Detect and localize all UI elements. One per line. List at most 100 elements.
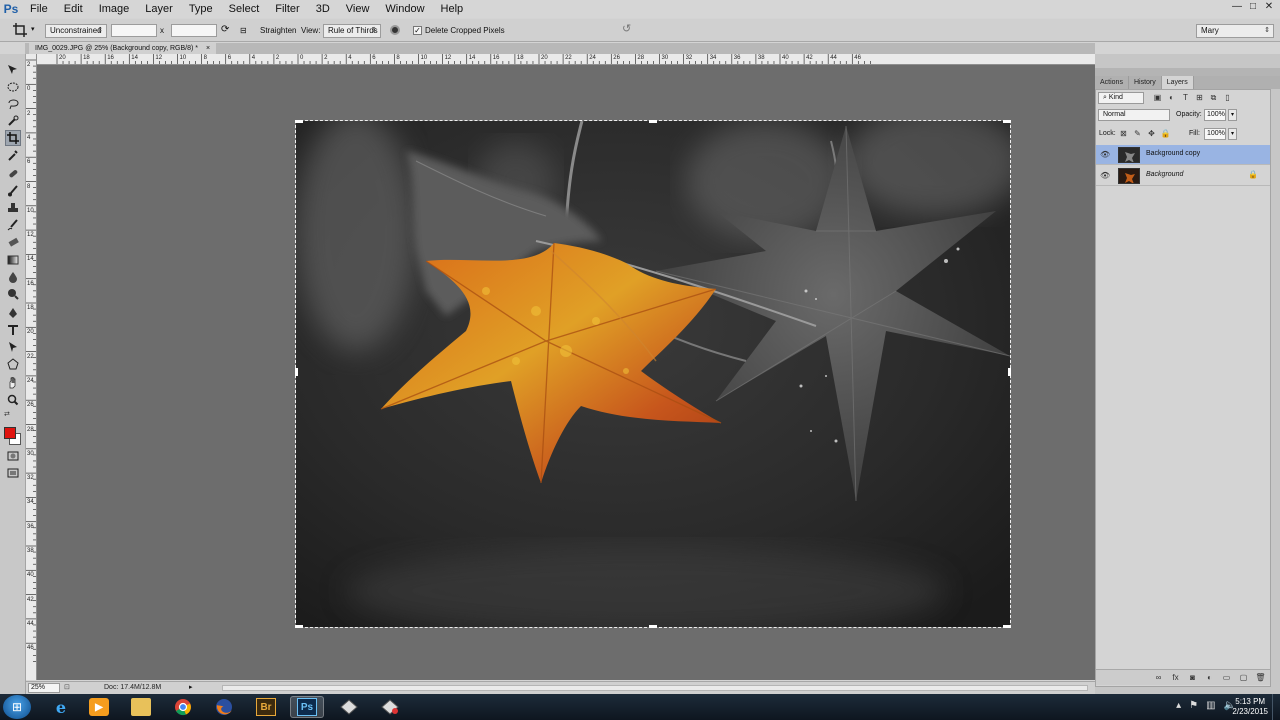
add-mask-icon[interactable]: ◙ bbox=[1187, 673, 1198, 683]
pen-tool-icon[interactable] bbox=[5, 305, 21, 321]
gradient-tool-icon[interactable] bbox=[5, 252, 21, 268]
filter-pixel-icon[interactable]: ▣ bbox=[1152, 93, 1163, 103]
visibility-eye-icon[interactable]: 👁 bbox=[1100, 171, 1110, 180]
vertical-ruler[interactable]: 2 0 2 4 6 8 10 12 14 16 18 20 22 24 26 28 30 32 34 36 38 40 42… bbox=[26, 54, 37, 680]
crop-handle-right[interactable] bbox=[1008, 368, 1011, 376]
rotate-icon[interactable]: ⟳ bbox=[221, 23, 229, 37]
menu-image[interactable]: Image bbox=[91, 0, 138, 18]
menu-window[interactable]: Window bbox=[377, 0, 432, 18]
delete-cropped-checkbox[interactable]: ✓ bbox=[413, 26, 422, 35]
menu-3d[interactable]: 3D bbox=[308, 0, 338, 18]
adjustment-layer-icon[interactable]: ◐ bbox=[1204, 673, 1215, 683]
crop-frame[interactable] bbox=[295, 120, 1011, 628]
internet-explorer-icon[interactable]: e bbox=[44, 696, 78, 718]
menu-filter[interactable]: Filter bbox=[267, 0, 307, 18]
horizontal-ruler[interactable]: 20 18 16 14 12 10 8 6 4 2 0 2 4 6 8 10 12 14 16 18 20 22 24 26 2… bbox=[37, 54, 1095, 65]
healing-brush-tool-icon[interactable] bbox=[5, 166, 21, 182]
minimize-button[interactable]: — bbox=[1230, 1, 1244, 13]
crop-tool-icon[interactable] bbox=[5, 130, 21, 146]
fill-field[interactable]: 100% bbox=[1204, 128, 1226, 140]
workspace-select[interactable]: Mary bbox=[1196, 24, 1274, 38]
status-menu-arrow-icon[interactable]: ▸ bbox=[189, 683, 193, 691]
crop-handle-bottom-left[interactable] bbox=[295, 625, 303, 628]
lock-pixels-icon[interactable]: ✎ bbox=[1132, 129, 1143, 139]
foreground-color-swatch[interactable] bbox=[4, 427, 16, 439]
screen-mode-icon[interactable] bbox=[5, 465, 21, 481]
menu-view[interactable]: View bbox=[338, 0, 378, 18]
document-tab-close-icon[interactable]: × bbox=[206, 45, 210, 52]
lock-position-icon[interactable]: ✥ bbox=[1146, 129, 1157, 139]
filter-smart-object-icon[interactable]: ⧉ bbox=[1208, 93, 1219, 103]
canvas-area[interactable] bbox=[37, 65, 1095, 680]
media-player-icon[interactable]: ▶ bbox=[82, 696, 116, 718]
clone-stamp-tool-icon[interactable] bbox=[5, 200, 21, 216]
new-layer-icon[interactable]: ▢ bbox=[1238, 673, 1249, 683]
eyedropper-tool-icon[interactable] bbox=[5, 147, 21, 163]
straighten-icon[interactable]: ⊟ bbox=[240, 24, 247, 38]
ratio-select[interactable]: Unconstrained bbox=[45, 24, 107, 38]
lock-all-icon[interactable]: 🔒 bbox=[1160, 129, 1171, 139]
tab-actions[interactable]: Actions bbox=[1095, 76, 1129, 89]
blend-mode-select[interactable]: Normal bbox=[1098, 109, 1170, 121]
quick-selection-tool-icon[interactable] bbox=[5, 113, 21, 129]
crop-handle-bottom-right[interactable] bbox=[1003, 625, 1011, 628]
firefox-icon[interactable] bbox=[207, 696, 241, 718]
path-selection-tool-icon[interactable] bbox=[5, 339, 21, 355]
filter-shape-icon[interactable]: ⊞ bbox=[1194, 93, 1205, 103]
app-generic-2-icon[interactable] bbox=[373, 696, 407, 718]
windows-start-icon[interactable]: ⊞ bbox=[3, 695, 31, 719]
crop-handle-top[interactable] bbox=[649, 120, 657, 123]
menu-type[interactable]: Type bbox=[181, 0, 221, 18]
filter-adjustment-icon[interactable]: ◐ bbox=[1166, 93, 1177, 103]
panel-collapse-strip[interactable] bbox=[1095, 68, 1280, 76]
layer-name[interactable]: Background copy bbox=[1146, 150, 1200, 157]
crop-handle-bottom[interactable] bbox=[649, 625, 657, 628]
lock-transparent-icon[interactable]: ⊠ bbox=[1118, 129, 1129, 139]
swap-colors-icon[interactable]: ⇄ bbox=[4, 410, 10, 418]
menu-layer[interactable]: Layer bbox=[137, 0, 181, 18]
shape-tool-icon[interactable] bbox=[5, 356, 21, 372]
lasso-tool-icon[interactable] bbox=[5, 96, 21, 112]
tab-layers[interactable]: Layers bbox=[1161, 76, 1194, 89]
network-icon[interactable]: ▥ bbox=[1206, 700, 1215, 711]
layer-style-fx-icon[interactable]: fx bbox=[1170, 673, 1181, 683]
quick-mask-icon[interactable] bbox=[5, 448, 21, 464]
zoom-level-field[interactable]: 25% bbox=[28, 683, 60, 693]
blur-tool-icon[interactable] bbox=[5, 269, 21, 285]
menu-file[interactable]: File bbox=[22, 0, 56, 18]
eraser-tool-icon[interactable] bbox=[5, 234, 21, 250]
move-tool-icon[interactable] bbox=[5, 62, 21, 78]
clock[interactable]: 5:13 PM 2/23/2015 bbox=[1232, 697, 1268, 717]
settings-gear-icon[interactable] bbox=[390, 25, 400, 35]
filter-toggle-icon[interactable]: ▯ bbox=[1222, 93, 1233, 103]
app-generic-1-icon[interactable] bbox=[332, 696, 366, 718]
history-brush-tool-icon[interactable] bbox=[5, 217, 21, 233]
crop-handle-left[interactable] bbox=[295, 368, 298, 376]
straighten-label[interactable]: Straighten bbox=[260, 24, 296, 38]
status-options-icon[interactable]: ⊡ bbox=[64, 683, 70, 691]
crop-handle-top-right[interactable] bbox=[1003, 120, 1011, 123]
width-field[interactable] bbox=[111, 24, 157, 37]
opacity-field[interactable]: 100% bbox=[1204, 109, 1226, 121]
document-tab[interactable]: IMG_0029.JPG @ 25% (Background copy, RGB… bbox=[29, 43, 217, 54]
layer-row-background[interactable]: 👁 Background 🔒 bbox=[1096, 166, 1270, 186]
crop-handle-top-left[interactable] bbox=[295, 120, 303, 123]
filter-type-icon[interactable]: T bbox=[1180, 93, 1191, 103]
fill-slider-arrow-icon[interactable]: ▾ bbox=[1228, 128, 1237, 140]
height-field[interactable] bbox=[171, 24, 217, 37]
tab-history[interactable]: History bbox=[1129, 76, 1162, 89]
dodge-tool-icon[interactable] bbox=[5, 286, 21, 302]
reset-icon[interactable]: ↺ bbox=[622, 22, 631, 36]
overlay-select[interactable]: Rule of Thirds bbox=[323, 24, 381, 38]
menu-select[interactable]: Select bbox=[221, 0, 268, 18]
show-desktop-button[interactable] bbox=[1272, 694, 1280, 720]
horizontal-scrollbar[interactable] bbox=[222, 685, 1088, 691]
menu-edit[interactable]: Edit bbox=[56, 0, 91, 18]
opacity-slider-arrow-icon[interactable]: ▾ bbox=[1228, 109, 1237, 121]
link-layers-icon[interactable]: ∞ bbox=[1153, 673, 1164, 683]
crop-tool-preset-icon[interactable] bbox=[12, 22, 28, 38]
maximize-button[interactable]: □ bbox=[1246, 1, 1260, 13]
layer-filter-kind-select[interactable]: ⌕ Kind bbox=[1098, 92, 1144, 104]
menu-help[interactable]: Help bbox=[433, 0, 472, 18]
layer-row-background-copy[interactable]: 👁 Background copy bbox=[1096, 145, 1270, 165]
